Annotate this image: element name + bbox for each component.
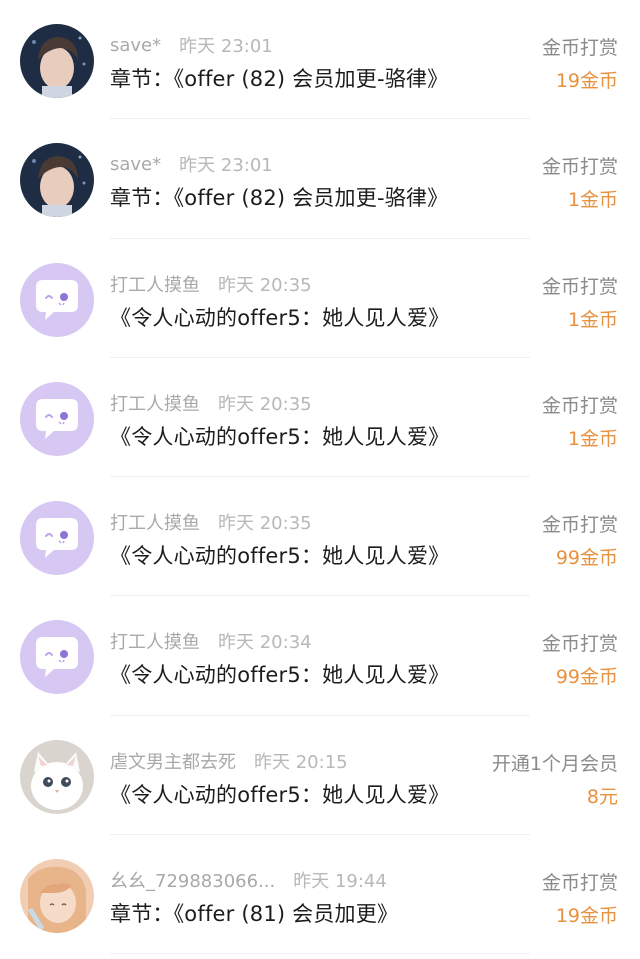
list-item[interactable]: 打工人摸鱼 昨天 20:35 《令人心动的offer5：她人见人爱》 金币打赏 …: [0, 477, 640, 597]
reward-amount: 19金币: [555, 905, 618, 928]
reward-record-list: save* 昨天 23:01 章节：《offer (82) 会员加更-骆律》 金…: [0, 0, 640, 959]
record-title: 章节：《offer (81) 会员加更》: [110, 902, 399, 927]
record-meta: 虐文男主都去死 昨天 20:15: [110, 749, 348, 773]
username[interactable]: save*: [110, 154, 161, 175]
record-title: 《令人心动的offer5：她人见人爱》: [110, 544, 450, 569]
record-title: 章节：《offer (82) 会员加更-骆律》: [110, 67, 449, 91]
record-title: 章节：《offer (82) 会员加更-骆律》: [110, 186, 449, 211]
record-meta: 打工人摸鱼 昨天 20:34: [110, 629, 312, 653]
chat-bubble-icon: [20, 620, 94, 695]
record-title: 《令人心动的offer5：她人见人爱》: [110, 305, 450, 330]
username[interactable]: 虐文男主都去死: [110, 748, 236, 774]
record-meta: 打工人摸鱼 昨天 20:35: [110, 391, 312, 415]
reward-type: 金币打赏: [541, 156, 618, 179]
list-item[interactable]: 打工人摸鱼 昨天 20:34 《令人心动的offer5：她人见人爱》 金币打赏 …: [0, 596, 640, 717]
record-meta: 打工人摸鱼 昨天 20:35: [110, 272, 312, 296]
list-item[interactable]: 打工人摸鱼 昨天 20:35 《令人心动的offer5：她人见人爱》 金币打赏 …: [0, 239, 640, 359]
username[interactable]: 打工人摸鱼: [110, 509, 200, 535]
reward-amount: 99金币: [555, 666, 618, 689]
username[interactable]: save*: [110, 35, 161, 56]
avatar[interactable]: [20, 24, 94, 98]
timestamp: 昨天 23:01: [179, 36, 273, 57]
list-item[interactable]: save* 昨天 23:01 章节：《offer (82) 会员加更-骆律》 金…: [0, 0, 640, 120]
record-title: 《令人心动的offer5：她人见人爱》: [110, 663, 450, 688]
record-meta: save* 昨天 23:01: [110, 33, 273, 58]
avatar[interactable]: [20, 859, 94, 934]
reward-type: 金币打赏: [541, 275, 618, 298]
chat-bubble-icon: [20, 381, 94, 456]
timestamp: 昨天 20:34: [218, 632, 312, 654]
avatar[interactable]: [20, 262, 94, 337]
list-item[interactable]: save* 昨天 23:01 章节：《offer (82) 会员加更-骆律》 金…: [0, 119, 640, 239]
list-item[interactable]: 打工人摸鱼 昨天 20:35 《令人心动的offer5：她人见人爱》 金币打赏 …: [0, 358, 640, 478]
reward-type: 金币打赏: [541, 394, 618, 417]
avatar[interactable]: [20, 620, 94, 695]
reward-amount: 19金币: [555, 70, 618, 92]
reward-type: 金币打赏: [541, 872, 618, 895]
reward-type: 金币打赏: [541, 37, 618, 59]
reward-amount: 1金币: [567, 189, 618, 212]
timestamp: 昨天 20:35: [218, 513, 312, 535]
avatar[interactable]: [20, 381, 94, 456]
timestamp: 昨天 23:01: [179, 155, 273, 177]
reward-type: 开通1个月会员: [491, 752, 618, 775]
chat-bubble-icon: [20, 262, 94, 337]
record-meta: save* 昨天 23:01: [110, 152, 273, 177]
record-title: 《令人心动的offer5：她人见人爱》: [110, 424, 450, 449]
record-title: 《令人心动的offer5：她人见人爱》: [110, 782, 450, 807]
avatar[interactable]: [20, 501, 94, 576]
record-meta: 打工人摸鱼 昨天 20:35: [110, 510, 312, 534]
list-item[interactable]: 幺幺_729883066... 昨天 19:44 章节：《offer (81) …: [0, 835, 640, 955]
chat-bubble-icon: [20, 501, 94, 576]
reward-amount: 1金币: [567, 308, 618, 331]
username[interactable]: 打工人摸鱼: [110, 390, 200, 416]
reward-amount: 1金币: [567, 427, 618, 450]
username[interactable]: 打工人摸鱼: [110, 271, 200, 297]
reward-amount: 8元: [586, 785, 618, 808]
username[interactable]: 幺幺_729883066...: [110, 867, 275, 893]
reward-type: 金币打赏: [541, 633, 618, 656]
timestamp: 昨天 19:44: [293, 871, 387, 893]
anime-girl-icon: [20, 859, 94, 934]
record-meta: 幺幺_729883066... 昨天 19:44: [110, 868, 387, 892]
username[interactable]: 打工人摸鱼: [110, 628, 200, 654]
reward-amount: 99金币: [555, 547, 618, 570]
timestamp: 昨天 20:35: [218, 274, 312, 296]
timestamp: 昨天 20:15: [254, 751, 348, 773]
reward-type: 金币打赏: [541, 514, 618, 537]
kitten-icon: [20, 739, 94, 814]
list-item[interactable]: 虐文男主都去死 昨天 20:15 《令人心动的offer5：她人见人爱》 开通1…: [0, 716, 640, 836]
avatar[interactable]: [20, 739, 94, 814]
avatar[interactable]: [20, 143, 94, 218]
timestamp: 昨天 20:35: [218, 393, 312, 415]
